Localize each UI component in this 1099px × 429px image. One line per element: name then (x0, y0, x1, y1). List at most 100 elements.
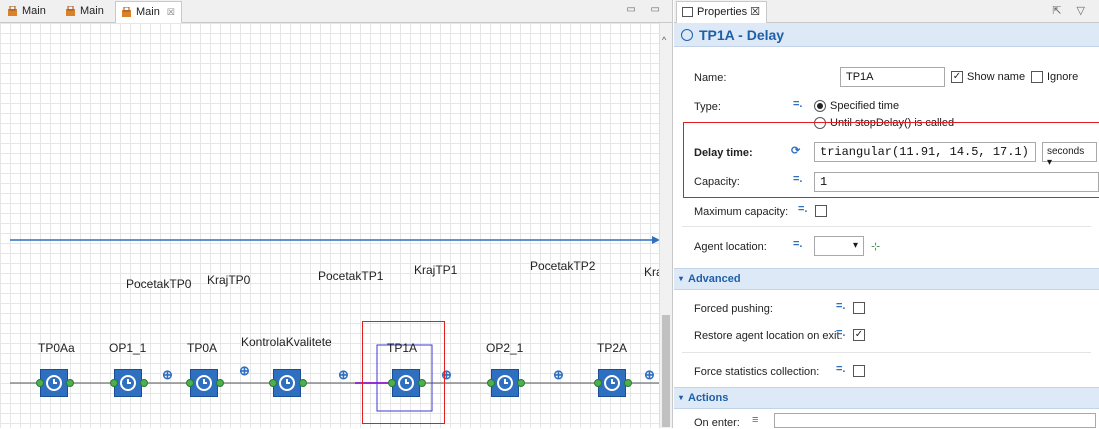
tab-properties[interactable]: Properties ☒ (676, 1, 768, 23)
agent-type-icon (8, 6, 17, 16)
delay-unit-select[interactable]: seconds ▾ (1042, 142, 1097, 168)
time-measure-start-icon[interactable]: ⊕ (553, 367, 564, 383)
tab-label: Main (80, 5, 104, 17)
port-connector[interactable] (594, 379, 602, 387)
port-connector[interactable] (36, 379, 44, 387)
editor-vertical-scrollbar[interactable]: ^ (659, 23, 672, 428)
delay-block-tp0a[interactable] (190, 369, 218, 397)
close-tab-icon[interactable]: ☒ (167, 7, 175, 17)
minimize-maximize-buttons[interactable]: ▭ ▭ (626, 4, 666, 15)
port-connector[interactable] (269, 379, 277, 387)
code-icon: ≡ (752, 414, 759, 426)
agent-type-icon (122, 7, 131, 17)
name-label: Name: (694, 72, 727, 84)
time-measure-end-icon[interactable]: ⊕ (239, 363, 250, 379)
agent-location-label: Agent location: (694, 241, 767, 253)
clock-icon (681, 29, 693, 41)
name-field[interactable]: TP1A (840, 67, 945, 87)
on-enter-label: On enter: (694, 417, 740, 429)
tab-label: Main (22, 5, 46, 17)
ignore-checkbox[interactable] (1031, 71, 1043, 83)
clock-icon (279, 375, 295, 391)
block-label-tp0a: TP0A (187, 341, 218, 355)
tab-label: Main (136, 6, 160, 18)
port-connector[interactable] (216, 379, 224, 387)
chevron-down-icon: ▾ (852, 240, 858, 251)
delay-block-tp1a[interactable] (392, 369, 420, 397)
time-measure-end-icon[interactable]: ⊕ (441, 367, 452, 383)
forced-pushing-checkbox[interactable] (853, 302, 865, 314)
port-connector[interactable] (140, 379, 148, 387)
time-measure-end-icon[interactable]: ⊕ (644, 367, 655, 383)
clock-icon (604, 375, 620, 391)
exit-label-krajtp1: KrajTP1 (414, 263, 458, 277)
port-connector[interactable] (624, 379, 632, 387)
port-connector[interactable] (418, 379, 426, 387)
static-value-icon[interactable]: =. (793, 238, 802, 250)
view-menu-icon[interactable]: ⇱ ▽ (1052, 4, 1091, 17)
tab-main-3[interactable]: Main ☒ (115, 1, 182, 23)
port-connector[interactable] (66, 379, 74, 387)
capacity-field[interactable]: 1 (814, 172, 1099, 192)
static-value-icon[interactable]: =. (836, 300, 845, 312)
static-value-icon[interactable]: =. (798, 203, 807, 215)
port-connector[interactable] (110, 379, 118, 387)
tab-main-1[interactable]: Main (2, 1, 52, 22)
port-connector[interactable] (299, 379, 307, 387)
clock-icon (398, 375, 414, 391)
block-label-tp1a: TP1A (387, 341, 418, 355)
editor-tabbar: Main Main Main ☒ ▭ ▭ (0, 0, 672, 23)
tab-main-2[interactable]: Main (60, 1, 110, 22)
static-value-icon[interactable]: =. (793, 98, 802, 110)
on-enter-field[interactable] (774, 413, 1096, 428)
static-value-icon[interactable]: =. (836, 363, 845, 375)
block-label-op2-1: OP2_1 (486, 341, 524, 355)
section-advanced-label: Advanced (688, 273, 741, 285)
force-statistics-checkbox[interactable] (853, 365, 865, 377)
clock-icon (196, 375, 212, 391)
delay-block-tp0aa[interactable] (40, 369, 68, 397)
capacity-label: Capacity: (694, 176, 740, 188)
agent-location-select[interactable]: ▾ (814, 236, 864, 256)
divider (682, 352, 1091, 353)
delay-block-kontrolakvalitete[interactable] (273, 369, 301, 397)
clock-icon (46, 375, 62, 391)
section-actions[interactable]: ▾ Actions (674, 387, 1099, 409)
port-connector[interactable] (487, 379, 495, 387)
pick-location-icon[interactable]: ⊹ (871, 240, 880, 253)
show-name-label: Show name (967, 71, 1026, 83)
block-label-tp0aa: TP0Aa (38, 341, 75, 355)
delay-block-op2-1[interactable] (491, 369, 519, 397)
scroll-up-icon[interactable]: ^ (662, 35, 666, 45)
forced-pushing-label: Forced pushing: (694, 303, 773, 315)
delay-block-tp2a[interactable] (598, 369, 626, 397)
port-connector[interactable] (388, 379, 396, 387)
graphical-editor-canvas[interactable]: PocetakTP0 KrajTP0 PocetakTP1 KrajTP1 Po… (0, 23, 663, 428)
enter-label-pocetaktp2: PocetakTP2 (530, 259, 596, 273)
show-name-checkbox[interactable]: ✓ (951, 71, 963, 83)
block-label-tp2a: TP2A (597, 341, 628, 355)
section-advanced[interactable]: ▾ Advanced (674, 268, 1099, 290)
enter-label-pocetaktp0: PocetakTP0 (126, 277, 192, 291)
static-value-icon[interactable]: =. (793, 173, 802, 185)
maximum-capacity-label: Maximum capacity: (694, 206, 789, 218)
static-value-icon[interactable]: =. (836, 327, 845, 339)
time-measure-start-icon[interactable]: ⊕ (162, 367, 173, 383)
specified-time-radio[interactable] (814, 100, 826, 112)
port-connector[interactable] (517, 379, 525, 387)
delay-time-field[interactable]: triangular(11.91, 14.5, 17.1) (814, 142, 1036, 162)
scrollbar-thumb[interactable] (662, 315, 670, 427)
restore-location-label: Restore agent location on exit: (694, 330, 843, 342)
maximum-capacity-checkbox[interactable] (815, 205, 827, 217)
port-connector[interactable] (186, 379, 194, 387)
time-measure-start-icon[interactable]: ⊕ (338, 367, 349, 383)
dynamic-value-icon[interactable]: ⟳ (791, 144, 800, 157)
until-stopdelay-radio[interactable] (814, 117, 826, 129)
editor-pane: Main Main Main ☒ ▭ ▭ PocetakTP0 KrajTP0 … (0, 0, 673, 428)
restore-location-checkbox[interactable]: ✓ (853, 329, 865, 341)
tab-label: Properties ☒ (697, 6, 761, 18)
until-stopdelay-label: Until stopDelay() is called (830, 117, 955, 129)
delay-block-op1-1[interactable] (114, 369, 142, 397)
properties-icon (682, 7, 693, 17)
collapse-caret-icon: ▾ (679, 393, 684, 402)
